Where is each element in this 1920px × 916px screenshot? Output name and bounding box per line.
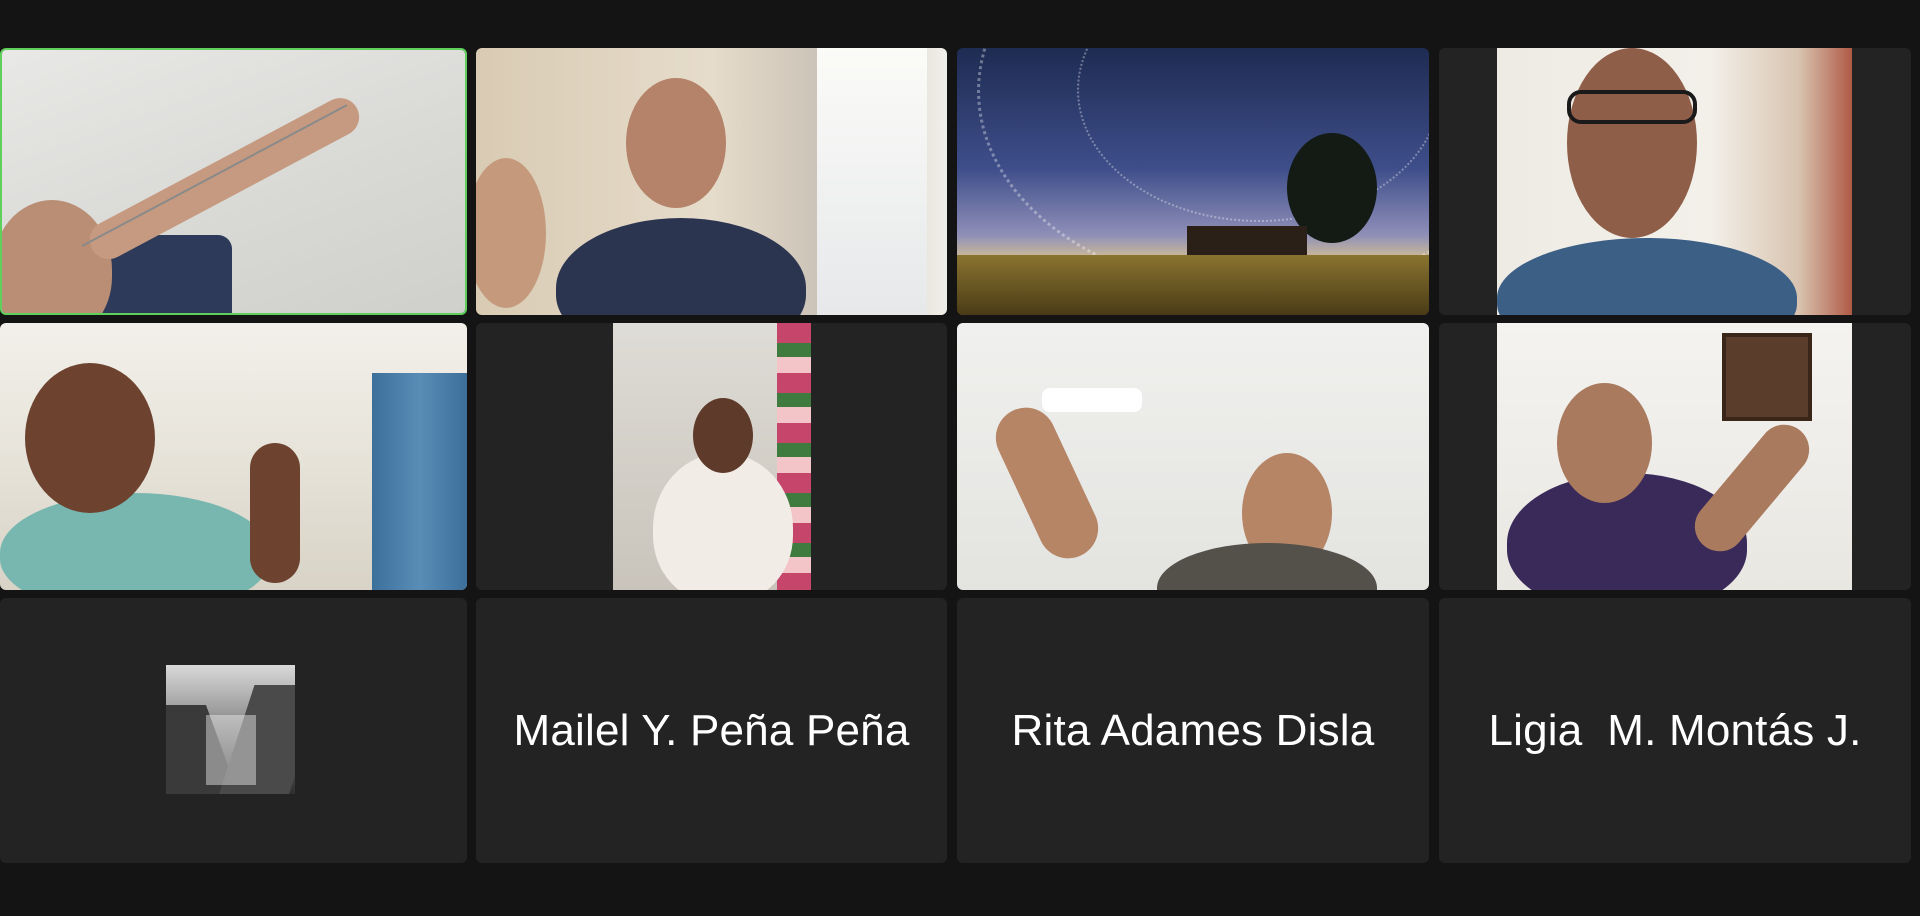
- face-shape: [25, 363, 155, 513]
- participant-name: Rita Adames Disla: [1011, 705, 1375, 755]
- participant-tile-4[interactable]: [1439, 48, 1911, 315]
- participant-tile-12[interactable]: Ligia M. Montás J.: [1439, 598, 1911, 863]
- profile-picture: [166, 665, 295, 794]
- participant-video-5: [0, 323, 467, 590]
- participant-video-7: [957, 323, 1429, 590]
- face-shape: [1557, 383, 1652, 503]
- face-shape: [1567, 48, 1697, 238]
- video-gallery: Mailel Y. Peña Peña Rita Adames Disla Li…: [0, 48, 1920, 863]
- paper-strip: [1042, 388, 1142, 412]
- person-shape: [2, 200, 112, 313]
- curtain-shape: [372, 373, 467, 590]
- face-shape: [693, 398, 753, 473]
- grass-field: [957, 255, 1429, 315]
- child-face-shape: [476, 158, 546, 308]
- participant-tile-1[interactable]: [0, 48, 467, 315]
- participant-tile-7[interactable]: [957, 323, 1429, 590]
- arm-shape: [1684, 414, 1820, 562]
- person-shape: [653, 453, 793, 590]
- glasses-shape: [1567, 90, 1697, 124]
- valley-haze: [206, 715, 256, 785]
- participant-tile-11[interactable]: Rita Adames Disla: [957, 598, 1429, 863]
- participant-name: Ligia M. Montás J.: [1488, 705, 1862, 755]
- participant-tile-3[interactable]: [957, 48, 1429, 315]
- person-shape: [0, 493, 270, 590]
- person-shape: [1157, 543, 1377, 590]
- participant-tile-9[interactable]: [0, 598, 467, 863]
- person-shape: [556, 218, 806, 315]
- participant-video-2: [476, 48, 947, 315]
- picture-frame: [1722, 333, 1812, 421]
- person-shape: [1497, 238, 1797, 315]
- string-line: [81, 104, 348, 247]
- arm-shape: [986, 397, 1108, 569]
- face-shape: [626, 78, 726, 208]
- participant-tile-8[interactable]: [1439, 323, 1911, 590]
- participant-video-8: [1497, 323, 1852, 590]
- participant-video-1: [2, 50, 465, 313]
- window-light: [817, 48, 927, 315]
- participant-video-6: [613, 323, 811, 590]
- participant-tile-2[interactable]: [476, 48, 947, 315]
- participant-name: Mailel Y. Peña Peña: [513, 705, 910, 755]
- participant-tile-5[interactable]: [0, 323, 467, 590]
- arm-shape: [250, 443, 300, 583]
- participant-tile-10[interactable]: Mailel Y. Peña Peña: [476, 598, 947, 863]
- participant-tile-6[interactable]: [476, 323, 947, 590]
- participant-video-4: [1497, 48, 1852, 315]
- participant-video-3: [957, 48, 1429, 315]
